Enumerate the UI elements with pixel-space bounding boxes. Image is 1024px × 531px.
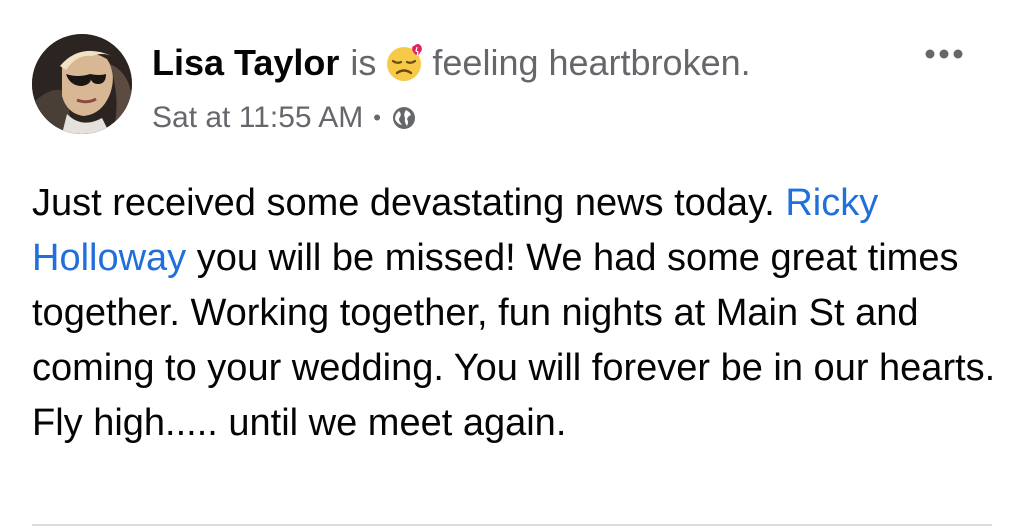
heartbroken-face-emoji-icon: [384, 43, 424, 83]
feeling-text: feeling heartbroken.: [432, 42, 751, 83]
more-options-icon: [925, 49, 963, 59]
author-avatar[interactable]: [32, 34, 132, 134]
post-timestamp[interactable]: Sat at 11:55 AM: [152, 101, 363, 135]
meta-separator: •: [373, 105, 381, 130]
more-options-button[interactable]: [920, 42, 968, 66]
avatar-photo: [32, 34, 132, 134]
post-card: Lisa Taylor is feeling heartbroken. Sat …: [0, 0, 1024, 531]
feeling-verb: is: [350, 42, 377, 83]
post-meta: Sat at 11:55 AM •: [152, 96, 417, 140]
post-header: Lisa Taylor is feeling heartbroken.: [152, 38, 751, 88]
divider: [32, 524, 992, 526]
author-name-link[interactable]: Lisa Taylor: [152, 42, 339, 84]
post-text: Just received some devastating news toda…: [32, 176, 1002, 451]
post-text-part1: Just received some devastating news toda…: [32, 182, 786, 224]
globe-icon[interactable]: [391, 105, 417, 131]
